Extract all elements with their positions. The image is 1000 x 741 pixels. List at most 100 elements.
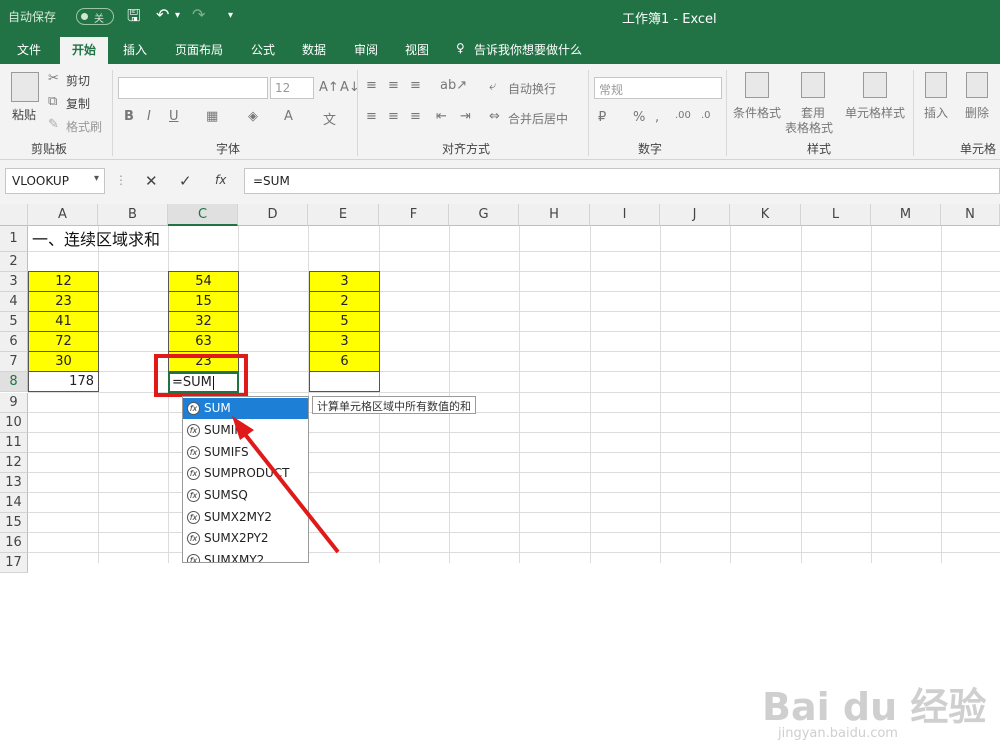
row-header-9[interactable]: 9 xyxy=(0,393,28,413)
table-format-button-2[interactable]: 表格格式 xyxy=(785,119,833,136)
cell-e6[interactable]: 3 xyxy=(309,331,380,352)
cell-e5[interactable]: 5 xyxy=(309,311,380,332)
paste-icon[interactable] xyxy=(11,72,39,102)
column-header-i[interactable]: I xyxy=(590,204,660,226)
column-header-n[interactable]: N xyxy=(941,204,1000,226)
increase-indent-icon[interactable]: ⇥ xyxy=(460,109,471,124)
undo-icon[interactable]: ↶ xyxy=(156,5,169,24)
row-header-8[interactable]: 8 xyxy=(0,372,28,392)
row-header-16[interactable]: 16 xyxy=(0,533,28,553)
italic-icon[interactable]: I xyxy=(147,109,151,124)
cell-a5[interactable]: 41 xyxy=(28,311,99,332)
column-header-f[interactable]: F xyxy=(379,204,449,226)
tab-file[interactable]: 文件 xyxy=(17,41,41,58)
number-format-box[interactable]: 常规 xyxy=(594,77,722,99)
row-header-10[interactable]: 10 xyxy=(0,413,28,433)
cell-c5[interactable]: 32 xyxy=(168,311,239,332)
row-header-11[interactable]: 11 xyxy=(0,433,28,453)
delete-cells-icon[interactable] xyxy=(966,72,988,98)
row-header-14[interactable]: 14 xyxy=(0,493,28,513)
column-header-b[interactable]: B xyxy=(98,204,168,226)
increase-decimal-icon[interactable]: .00 xyxy=(675,110,691,121)
align-right-icon[interactable]: ≡ xyxy=(410,109,421,124)
decrease-decimal-icon[interactable]: .0 xyxy=(701,110,711,121)
table-format-icon[interactable] xyxy=(801,72,825,98)
align-bottom-icon[interactable]: ≡ xyxy=(410,78,421,93)
increase-font-icon[interactable]: A↑ xyxy=(319,80,339,95)
phonetic-icon[interactable]: 文 xyxy=(323,109,336,128)
tab-data[interactable]: 数据 xyxy=(302,41,326,58)
tab-review[interactable]: 审阅 xyxy=(354,41,378,58)
font-name-box[interactable] xyxy=(118,77,268,99)
conditional-format-button[interactable]: 条件格式 xyxy=(733,104,781,121)
orientation-icon[interactable]: ab↗ xyxy=(440,78,467,93)
cell-e8[interactable] xyxy=(309,371,380,392)
underline-icon[interactable]: U xyxy=(169,109,179,124)
cell-e7[interactable]: 6 xyxy=(309,351,380,372)
align-top-icon[interactable]: ≡ xyxy=(366,78,377,93)
decrease-indent-icon[interactable]: ⇤ xyxy=(436,109,447,124)
row-header-4[interactable]: 4 xyxy=(0,292,28,312)
row-header-3[interactable]: 3 xyxy=(0,272,28,292)
cell-c3[interactable]: 54 xyxy=(168,271,239,292)
align-left-icon[interactable]: ≡ xyxy=(366,109,377,124)
row-header-7[interactable]: 7 xyxy=(0,352,28,372)
bold-icon[interactable]: B xyxy=(124,109,134,124)
insert-cells-icon[interactable] xyxy=(925,72,947,98)
cell-e4[interactable]: 2 xyxy=(309,291,380,312)
cut-button[interactable]: 剪切 xyxy=(66,72,90,89)
merge-center-button[interactable]: 合并后居中 xyxy=(508,110,568,127)
conditional-format-icon[interactable] xyxy=(745,72,769,98)
row-header-5[interactable]: 5 xyxy=(0,312,28,332)
cell-a6[interactable]: 72 xyxy=(28,331,99,352)
row-header-2[interactable]: 2 xyxy=(0,252,28,272)
undo-dropdown-icon[interactable]: ▾ xyxy=(175,10,180,21)
autosave-toggle[interactable]: 关 xyxy=(76,8,114,25)
cancel-icon[interactable]: ✕ xyxy=(145,172,158,190)
chevron-down-icon[interactable]: ▾ xyxy=(94,173,99,184)
column-header-c[interactable]: C xyxy=(168,204,238,226)
copy-button[interactable]: 复制 xyxy=(66,95,90,112)
cell-a3[interactable]: 12 xyxy=(28,271,99,292)
align-middle-icon[interactable]: ≡ xyxy=(388,78,399,93)
row-header-13[interactable]: 13 xyxy=(0,473,28,493)
column-header-e[interactable]: E xyxy=(308,204,379,226)
tab-home[interactable]: 开始 xyxy=(60,37,109,64)
font-color-icon[interactable]: A xyxy=(284,109,293,124)
cell-a8[interactable]: 178 xyxy=(28,371,99,392)
name-box[interactable]: VLOOKUP ▾ xyxy=(5,168,105,194)
fill-color-icon[interactable]: ◈ xyxy=(248,109,258,124)
row-header-12[interactable]: 12 xyxy=(0,453,28,473)
row-header-6[interactable]: 6 xyxy=(0,332,28,352)
column-header-j[interactable]: J xyxy=(660,204,730,226)
customize-qat-icon[interactable]: ▾ xyxy=(228,10,233,21)
cell-style-icon[interactable] xyxy=(863,72,887,98)
cell-c6[interactable]: 63 xyxy=(168,331,239,352)
format-painter-button[interactable]: 格式刷 xyxy=(66,118,102,135)
column-header-l[interactable]: L xyxy=(801,204,871,226)
row-header-15[interactable]: 15 xyxy=(0,513,28,533)
cell-c4[interactable]: 15 xyxy=(168,291,239,312)
insert-cells-button[interactable]: 插入 xyxy=(924,104,948,121)
cell-a7[interactable]: 30 xyxy=(28,351,99,372)
tab-view[interactable]: 视图 xyxy=(405,41,429,58)
percent-icon[interactable]: % xyxy=(633,110,645,125)
save-icon[interactable]: 🖫 xyxy=(127,5,141,32)
font-size-box[interactable]: 12 xyxy=(270,77,314,99)
align-center-icon[interactable]: ≡ xyxy=(388,109,399,124)
insert-function-icon[interactable]: fx xyxy=(215,173,226,187)
sheet-heading[interactable]: 一、连续区域求和 xyxy=(32,226,160,250)
currency-icon[interactable]: ₽ xyxy=(598,110,606,125)
cell-style-button[interactable]: 单元格样式 xyxy=(845,104,905,121)
tab-page-layout[interactable]: 页面布局 xyxy=(175,41,223,58)
row-header-1[interactable]: 1 xyxy=(0,226,28,252)
cell-a4[interactable]: 23 xyxy=(28,291,99,312)
comma-icon[interactable]: , xyxy=(655,110,659,125)
tab-insert[interactable]: 插入 xyxy=(123,41,147,58)
column-header-a[interactable]: A xyxy=(28,204,98,226)
column-header-k[interactable]: K xyxy=(730,204,801,226)
wrap-text-button[interactable]: 自动换行 xyxy=(508,80,556,97)
cell-e3[interactable]: 3 xyxy=(309,271,380,292)
tell-me-search[interactable]: 告诉我你想要做什么 xyxy=(474,41,582,58)
select-all-corner[interactable] xyxy=(0,204,28,226)
